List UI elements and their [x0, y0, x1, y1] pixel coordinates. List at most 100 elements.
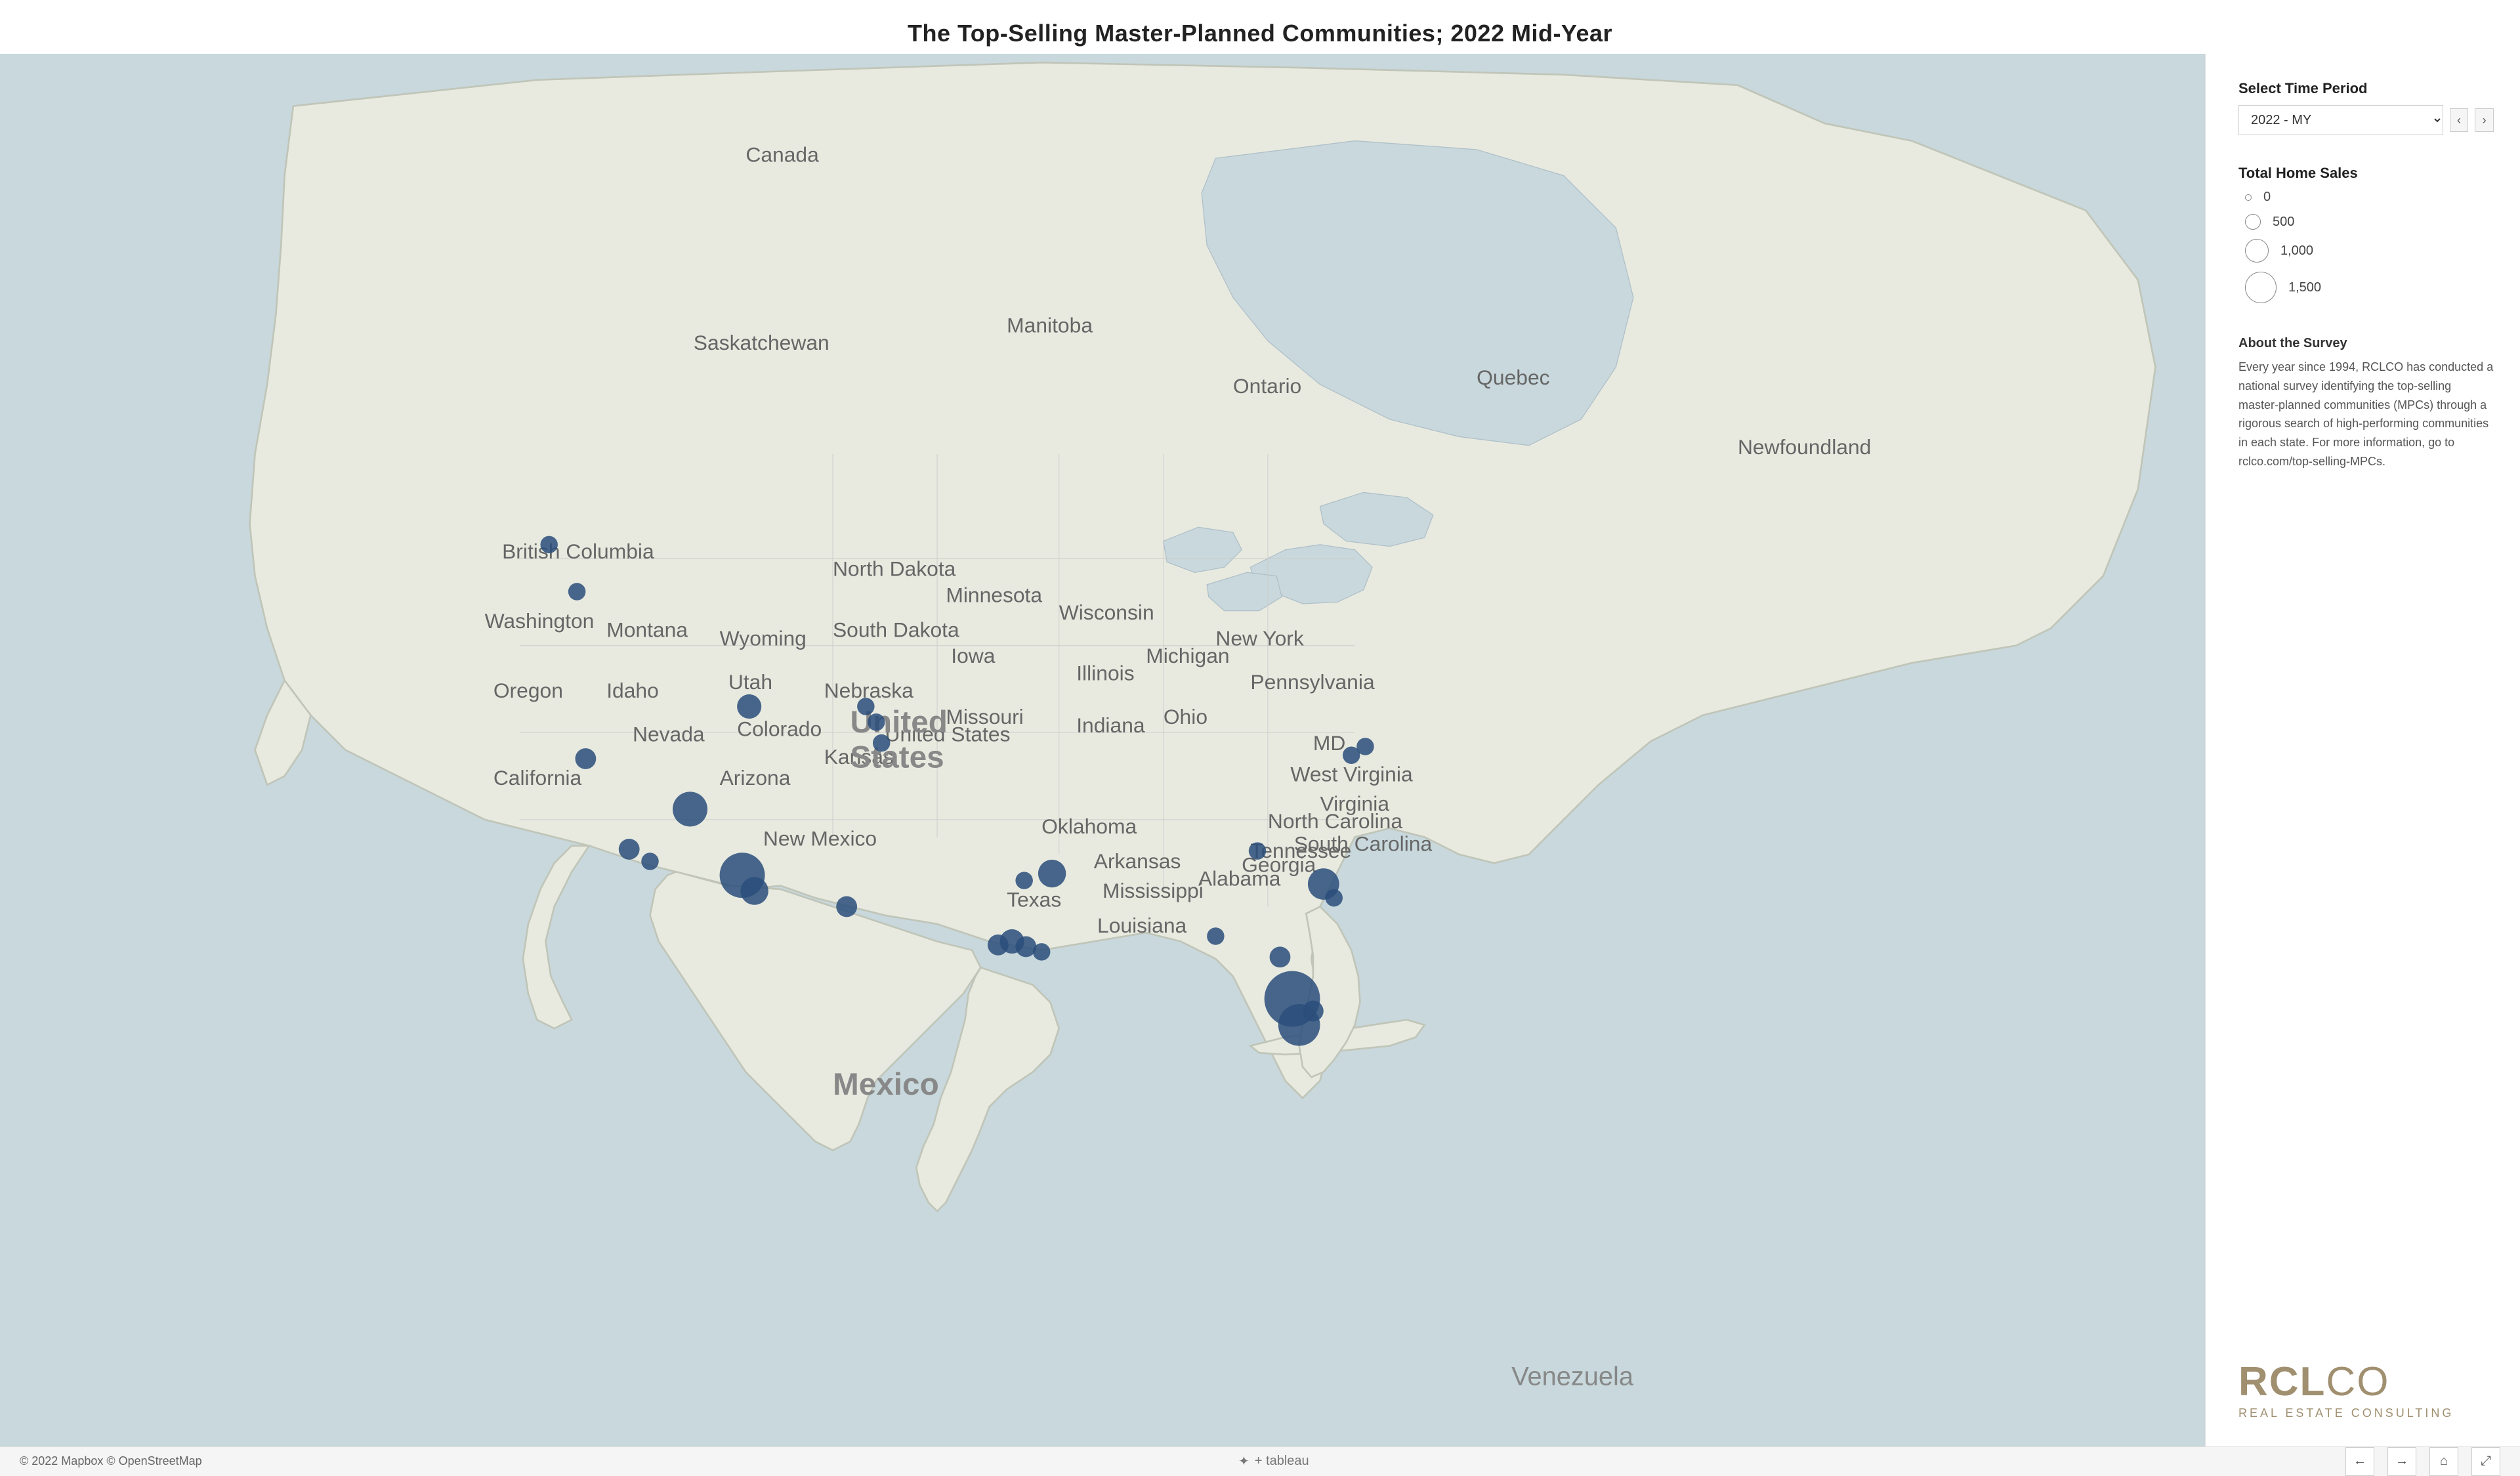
- svg-text:Texas: Texas: [1007, 887, 1061, 911]
- legend-label-1500: 1,500: [2288, 280, 2321, 295]
- svg-text:Canada: Canada: [746, 142, 819, 166]
- page-title: The Top-Selling Master-Planned Communiti…: [0, 0, 2520, 54]
- svg-text:Saskatchewan: Saskatchewan: [694, 331, 830, 354]
- svg-text:British Columbia: British Columbia: [502, 539, 654, 563]
- svg-text:Mexico: Mexico: [833, 1067, 939, 1102]
- svg-text:Washington: Washington: [485, 609, 595, 633]
- data-point[interactable]: [575, 748, 596, 769]
- legend-item-1000: 1,000: [2245, 239, 2494, 263]
- logo-rclco-main: RCL: [2238, 1359, 2326, 1404]
- data-point[interactable]: [740, 877, 768, 904]
- data-point[interactable]: [1303, 1001, 1324, 1022]
- map-container[interactable]: British Columbia Saskatchewan Manitoba O…: [0, 54, 2205, 1446]
- legend-circle-1500: [2245, 272, 2277, 303]
- nav-forward-button[interactable]: →: [2387, 1447, 2416, 1476]
- data-point[interactable]: [1038, 860, 1066, 887]
- svg-text:West Virginia: West Virginia: [1290, 763, 1413, 786]
- data-point[interactable]: [1325, 889, 1343, 907]
- bottom-nav: ← → ⌂ ⤢: [2345, 1447, 2500, 1476]
- legend-item-1500: 1,500: [2245, 272, 2494, 303]
- svg-text:Pennsylvania: Pennsylvania: [1250, 670, 1375, 694]
- svg-text:Ontario: Ontario: [1233, 374, 1301, 398]
- logo-subtitle: REAL ESTATE CONSULTING: [2238, 1406, 2454, 1420]
- svg-text:Illinois: Illinois: [1076, 662, 1134, 685]
- time-period-row: 2022 - MY ‹ ›: [2238, 105, 2494, 135]
- about-title: About the Survey: [2238, 336, 2494, 351]
- svg-text:North Dakota: North Dakota: [833, 557, 956, 581]
- svg-text:Wisconsin: Wisconsin: [1059, 601, 1154, 624]
- logo-container: RCLCO REAL ESTATE CONSULTING: [2238, 1362, 2494, 1420]
- data-point[interactable]: [1015, 872, 1033, 889]
- about-text: Every year since 1994, RCLCO has conduct…: [2238, 358, 2494, 471]
- svg-text:Utah: Utah: [728, 670, 772, 694]
- data-point[interactable]: [1033, 943, 1051, 961]
- svg-text:North Carolina: North Carolina: [1268, 809, 1402, 833]
- tableau-logo: ✦ + tableau: [1238, 1453, 1309, 1469]
- svg-text:Venezuela: Venezuela: [1511, 1362, 1634, 1391]
- sidebar: Select Time Period 2022 - MY ‹ › Total H…: [2205, 54, 2520, 1446]
- svg-text:Nevada: Nevada: [633, 723, 705, 746]
- legend-circle-1000: [2245, 239, 2269, 263]
- data-point[interactable]: [1249, 842, 1267, 860]
- legend-item-0: 0: [2245, 190, 2494, 205]
- map-svg: British Columbia Saskatchewan Manitoba O…: [0, 54, 2205, 1446]
- svg-text:Indiana: Indiana: [1076, 713, 1145, 737]
- data-point[interactable]: [1356, 738, 1374, 755]
- svg-text:New Mexico: New Mexico: [763, 827, 877, 851]
- legend-circle-0: [2245, 194, 2252, 201]
- legend-label: Total Home Sales: [2238, 165, 2494, 182]
- time-period-section: Select Time Period 2022 - MY ‹ ›: [2238, 80, 2494, 135]
- nav-home-button[interactable]: ⌂: [2429, 1447, 2458, 1476]
- svg-text:California: California: [494, 766, 582, 790]
- svg-text:Wyoming: Wyoming: [720, 627, 807, 650]
- svg-text:Newfoundland: Newfoundland: [1738, 435, 1871, 459]
- time-period-next-button[interactable]: ›: [2475, 108, 2494, 132]
- svg-text:Oklahoma: Oklahoma: [1041, 814, 1137, 838]
- main-container: The Top-Selling Master-Planned Communiti…: [0, 0, 2520, 1418]
- legend-section: Total Home Sales 0 500 1,000: [2238, 165, 2494, 303]
- svg-text:South Carolina: South Carolina: [1294, 832, 1433, 856]
- logo-text: RCLCO: [2238, 1362, 2389, 1402]
- data-point[interactable]: [619, 839, 640, 860]
- nav-back-button[interactable]: ←: [2345, 1447, 2374, 1476]
- time-period-select[interactable]: 2022 - MY: [2238, 105, 2443, 135]
- data-point[interactable]: [673, 791, 707, 826]
- svg-text:Mississippi: Mississippi: [1102, 879, 1204, 902]
- data-point[interactable]: [1270, 946, 1291, 967]
- legend-label-0: 0: [2263, 190, 2271, 205]
- legend-item-500: 500: [2245, 214, 2494, 230]
- svg-text:Louisiana: Louisiana: [1097, 914, 1187, 937]
- legend-circles: 0 500 1,000 1,500: [2238, 190, 2494, 303]
- data-point[interactable]: [568, 583, 586, 601]
- svg-text:Colorado: Colorado: [737, 717, 822, 741]
- legend-circle-500: [2245, 214, 2261, 230]
- legend-label-1000: 1,000: [2280, 243, 2313, 259]
- data-point[interactable]: [868, 713, 885, 731]
- data-point[interactable]: [540, 536, 558, 554]
- svg-text:Arizona: Arizona: [720, 766, 791, 790]
- data-point[interactable]: [641, 853, 659, 870]
- nav-fullscreen-button[interactable]: ⤢: [2471, 1447, 2500, 1476]
- tableau-label: + tableau: [1255, 1454, 1309, 1469]
- time-period-label: Select Time Period: [2238, 80, 2494, 97]
- svg-text:MD: MD: [1313, 731, 1345, 755]
- svg-text:States: States: [850, 740, 944, 774]
- svg-text:Idaho: Idaho: [606, 679, 659, 702]
- svg-text:Quebec: Quebec: [1477, 366, 1550, 389]
- svg-text:South Dakota: South Dakota: [833, 618, 959, 641]
- tableau-icon: ✦: [1238, 1453, 1250, 1469]
- about-section: About the Survey Every year since 1994, …: [2238, 336, 2494, 471]
- map-attribution: © 2022 Mapbox © OpenStreetMap: [20, 1454, 202, 1468]
- data-point[interactable]: [1207, 927, 1225, 945]
- data-point[interactable]: [873, 734, 891, 752]
- data-point[interactable]: [857, 698, 875, 715]
- logo-co: CO: [2326, 1359, 2389, 1404]
- svg-text:Minnesota: Minnesota: [946, 583, 1042, 606]
- time-period-prev-button[interactable]: ‹: [2450, 108, 2469, 132]
- svg-text:Oregon: Oregon: [494, 679, 563, 702]
- data-point[interactable]: [737, 694, 761, 719]
- content-area: British Columbia Saskatchewan Manitoba O…: [0, 54, 2520, 1446]
- svg-text:Arkansas: Arkansas: [1094, 849, 1181, 873]
- data-point[interactable]: [836, 896, 857, 917]
- svg-text:Ohio: Ohio: [1164, 705, 1208, 728]
